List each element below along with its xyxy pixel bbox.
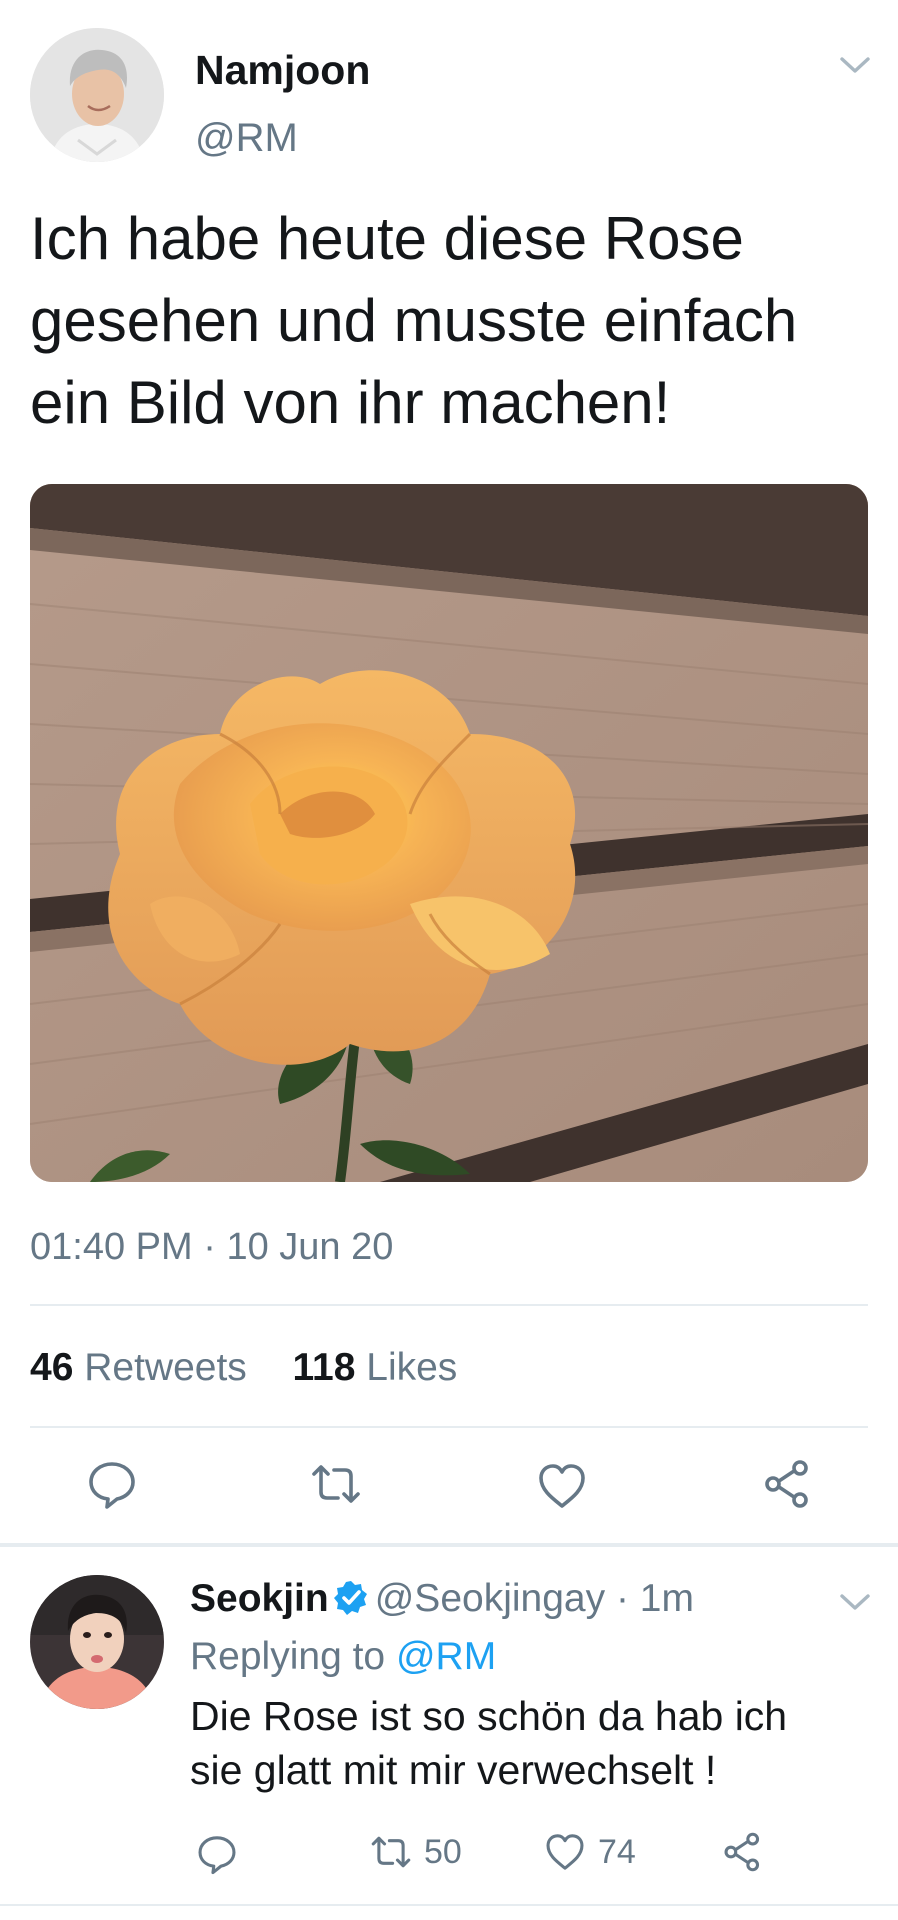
reply-retweet-action[interactable]: 50 — [370, 1831, 462, 1873]
meta-separator: · — [615, 1577, 629, 1620]
tweet-time: 01:40 PM — [30, 1226, 193, 1268]
divider — [30, 1426, 868, 1428]
tweet-date: 10 Jun 20 — [226, 1226, 394, 1268]
heart-icon[interactable] — [536, 1460, 588, 1512]
tweet-timestamp[interactable]: 01:40 PM · 10 Jun 20 — [30, 1224, 393, 1270]
replying-to-mention[interactable]: @RM — [396, 1635, 496, 1678]
author-avatar[interactable] — [30, 28, 164, 162]
reply-reply-action[interactable] — [196, 1833, 250, 1875]
heart-icon — [546, 1834, 584, 1870]
retweet-icon — [371, 1836, 411, 1868]
reply-author-handle[interactable]: @Seokjingay — [375, 1577, 605, 1620]
main-tweet: Namjoon @RM Ich habe heute diese Rose ge… — [0, 0, 898, 1540]
like-label: Likes — [366, 1346, 458, 1389]
retweet-label: Retweets — [84, 1346, 247, 1389]
chevron-down-icon[interactable] — [838, 1591, 872, 1613]
reply-author-avatar[interactable] — [30, 1575, 164, 1709]
chevron-down-icon[interactable] — [838, 54, 872, 76]
retweets-stat[interactable]: 46 Retweets — [30, 1346, 258, 1389]
reply-share-action[interactable] — [722, 1831, 776, 1873]
reply-author-display-name[interactable]: Seokjin — [190, 1577, 329, 1620]
tweet-photo-rose[interactable] — [30, 484, 868, 1182]
reply-age: 1m — [639, 1577, 694, 1620]
tweet-text-line: ein Bild von ihr machen! — [30, 369, 671, 436]
verified-badge-icon — [333, 1581, 367, 1615]
reply-like-count: 74 — [598, 1832, 636, 1871]
retweet-icon[interactable] — [310, 1458, 362, 1510]
share-icon[interactable] — [762, 1458, 814, 1510]
reply-text: Die Rose ist so schön da hab ich sie gla… — [190, 1689, 890, 1797]
like-count: 118 — [292, 1346, 356, 1389]
reply-icon — [198, 1836, 236, 1875]
reply-text-line: Die Rose ist so schön da hab ich — [190, 1693, 788, 1739]
reply-text-line: sie glatt mit mir verwechselt ! — [190, 1747, 717, 1793]
tweet-text: Ich habe heute diese Rose gesehen und mu… — [30, 198, 880, 444]
author-display-name[interactable]: Namjoon — [195, 46, 370, 94]
divider — [30, 1304, 868, 1306]
tweet-text-line: Ich habe heute diese Rose — [30, 205, 744, 272]
reply-like-action[interactable]: 74 — [544, 1831, 636, 1873]
tweet-text-line: gesehen und musste einfach — [30, 287, 798, 354]
reply-retweet-count: 50 — [424, 1832, 462, 1871]
reply-tweet[interactable]: Seokjin @Seokjingay · 1m Replying to @RM… — [0, 1547, 898, 1907]
divider — [0, 1904, 898, 1906]
author-handle[interactable]: @RM — [195, 114, 298, 162]
replying-to: Replying to @RM — [190, 1633, 496, 1681]
likes-stat[interactable]: 118 Likes — [293, 1346, 458, 1389]
share-icon — [724, 1832, 760, 1872]
tweet-stats: 46 Retweets 118 Likes — [30, 1344, 457, 1392]
meta-separator: · — [203, 1226, 216, 1268]
retweet-count: 46 — [30, 1346, 74, 1389]
reply-header: Seokjin @Seokjingay · 1m — [190, 1575, 694, 1623]
reply-icon[interactable] — [86, 1458, 138, 1510]
replying-to-label: Replying to — [190, 1635, 386, 1678]
